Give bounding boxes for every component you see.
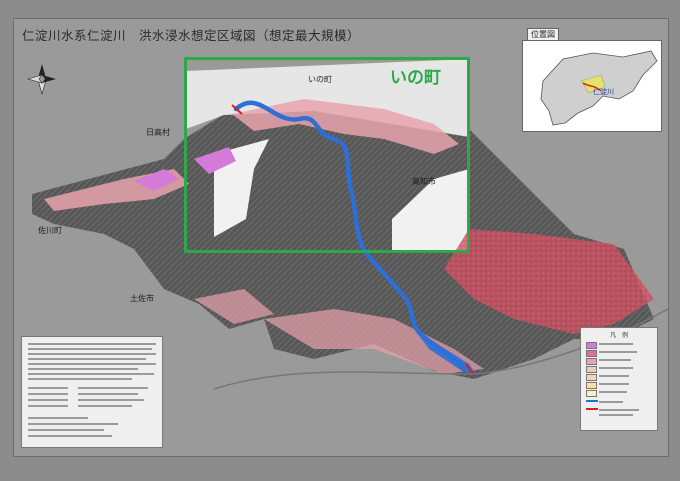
location-map: 仁淀川	[522, 40, 662, 132]
north-arrow-icon	[26, 62, 58, 96]
legend-swatch	[586, 342, 597, 349]
place-label-hidaka: 日高村	[146, 128, 170, 137]
legend-swatch	[586, 382, 597, 389]
map-sheet: 仁淀川水系仁淀川 洪水浸水想定区域図（想定最大規模） いの町 いの町 日高村 高…	[13, 18, 669, 457]
legend-swatch	[586, 374, 597, 381]
location-map-river-label: 仁淀川	[593, 88, 614, 96]
place-label-sakawa: 佐川町	[38, 226, 62, 235]
notes-panel	[21, 336, 163, 448]
legend-swatch	[586, 390, 597, 397]
legend-swatch	[586, 350, 597, 357]
legend-boundary-line	[586, 408, 598, 410]
legend-river-line	[586, 400, 598, 402]
highlight-label: いの町	[390, 68, 441, 88]
place-label-kochi: 高知市	[412, 177, 436, 186]
legend-swatch	[586, 366, 597, 373]
place-label-tosa: 土佐市	[130, 294, 154, 303]
legend-swatch	[586, 358, 597, 365]
legend-title: 凡 例	[609, 332, 628, 339]
map-title: 仁淀川水系仁淀川 洪水浸水想定区域図（想定最大規模）	[22, 28, 361, 43]
legend-panel: 凡 例	[580, 327, 658, 431]
place-label-ino: いの町	[308, 75, 332, 84]
